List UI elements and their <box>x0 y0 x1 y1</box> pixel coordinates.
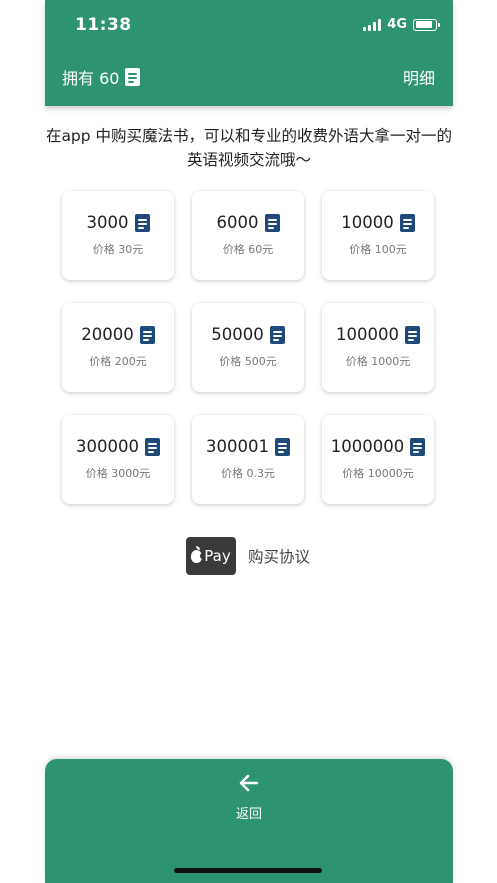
owned-balance: 拥有 60 <box>62 65 141 89</box>
package-price: 价格 200元 <box>89 355 147 368</box>
bottom-panel: 返回 <box>45 759 453 883</box>
book-icon <box>125 68 141 86</box>
details-link[interactable]: 明细 <box>403 65 435 89</box>
package-amount: 50000 <box>211 325 264 344</box>
intro-text: 在app 中购买魔法书，可以和专业的收费外语大拿一对一的英语视频交流哦～ <box>45 127 453 169</box>
arrow-left-icon <box>239 774 259 792</box>
purchase-agreement-link[interactable]: 购买协议 <box>248 545 310 567</box>
signal-icon <box>363 18 382 31</box>
owned-label: 拥有 60 <box>62 69 120 88</box>
package-price: 价格 100元 <box>349 243 407 256</box>
book-icon <box>399 213 415 232</box>
book-icon <box>264 213 280 232</box>
battery-icon <box>413 18 440 31</box>
book-icon <box>145 437 160 456</box>
status-indicators: 4G <box>363 17 440 32</box>
package-card[interactable]: 20000 价格 200元 <box>62 303 174 392</box>
back-label: 返回 <box>235 807 262 822</box>
package-card[interactable]: 300000 价格 3000元 <box>62 415 174 504</box>
package-price: 价格 1000元 <box>345 355 411 368</box>
book-icon <box>134 213 150 232</box>
apple-pay-button[interactable]: Pay <box>186 537 236 575</box>
book-icon <box>139 325 155 344</box>
package-card[interactable]: 100000 价格 1000元 <box>322 303 434 392</box>
package-card[interactable]: 3000 价格 30元 <box>62 191 174 280</box>
package-price: 价格 10000元 <box>342 467 414 480</box>
book-icon <box>410 437 426 456</box>
status-bar: 11:38 4G <box>45 0 453 48</box>
book-icon <box>405 325 420 344</box>
payment-row: Pay 购买协议 <box>186 537 310 575</box>
apple-pay-label: Pay <box>204 547 231 565</box>
package-amount: 20000 <box>81 325 134 344</box>
package-amount: 3000 <box>86 213 129 232</box>
home-indicator <box>174 868 322 873</box>
top-header: 11:38 4G 拥有 60 明细 <box>45 0 453 106</box>
network-label: 4G <box>387 17 407 32</box>
package-price: 价格 30元 <box>92 243 144 256</box>
package-card[interactable]: 6000 价格 60元 <box>192 191 304 280</box>
apple-logo-icon <box>191 545 206 563</box>
book-icon <box>269 325 285 344</box>
package-price: 价格 500元 <box>219 355 277 368</box>
package-price: 价格 60元 <box>222 243 274 256</box>
header-row: 拥有 60 明细 <box>45 62 453 90</box>
package-amount: 6000 <box>216 213 259 232</box>
status-time: 11:38 <box>75 15 132 35</box>
package-price: 价格 3000元 <box>85 467 151 480</box>
package-amount: 10000 <box>341 213 394 232</box>
package-price: 价格 0.3元 <box>221 467 275 480</box>
package-amount: 1000000 <box>330 437 405 456</box>
back-button[interactable]: 返回 <box>209 771 289 831</box>
package-card[interactable]: 10000 价格 100元 <box>322 191 434 280</box>
package-card[interactable]: 50000 价格 500元 <box>192 303 304 392</box>
package-amount: 100000 <box>336 325 399 344</box>
package-amount: 300000 <box>76 437 139 456</box>
package-card[interactable]: 300001 价格 0.3元 <box>192 415 304 504</box>
book-icon <box>275 437 290 456</box>
package-amount: 300001 <box>206 437 269 456</box>
package-card[interactable]: 1000000 价格 10000元 <box>322 415 434 504</box>
